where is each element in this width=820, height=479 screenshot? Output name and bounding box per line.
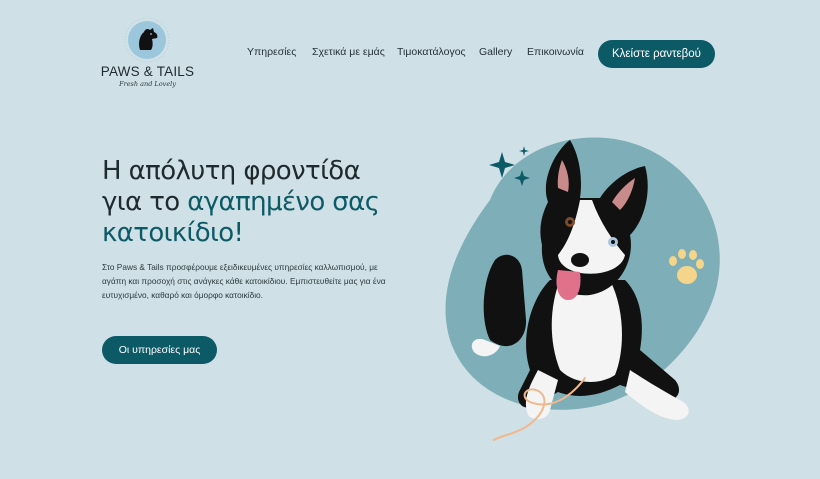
nav-pricing[interactable]: Τιμοκατάλογος [397, 46, 466, 58]
book-appointment-button[interactable]: Κλείστε ραντεβού [598, 40, 715, 68]
dog-logo-icon [124, 17, 170, 63]
nav-gallery[interactable]: Gallery [479, 46, 512, 58]
logo-name: PAWS & TAILS [100, 64, 195, 79]
hero-title-line3: κατοικίδιο! [102, 218, 244, 248]
logo-tagline: Fresh and Lovely [119, 80, 176, 88]
nav-services[interactable]: Υπηρεσίες [247, 46, 296, 58]
nav-about[interactable]: Σχετικά με εμάς [312, 46, 385, 58]
site-logo[interactable]: PAWS & TAILS Fresh and Lovely [100, 16, 195, 92]
hero-title: Η απόλυτη φροντίδα για το αγαπημένο σας … [102, 156, 422, 249]
hero-title-accent: αγαπημένο σας [187, 187, 380, 217]
nav-contact[interactable]: Επικοινωνία [527, 46, 584, 58]
hero-description: Στο Paws & Tails προσφέρουμε εξειδικευμέ… [102, 262, 386, 300]
hero-title-line2: για το [102, 187, 188, 217]
hero-illustration [445, 137, 720, 441]
hero-title-line1: Η απόλυτη φροντίδα [102, 156, 361, 186]
services-button[interactable]: Οι υπηρεσίες μας [102, 336, 217, 364]
